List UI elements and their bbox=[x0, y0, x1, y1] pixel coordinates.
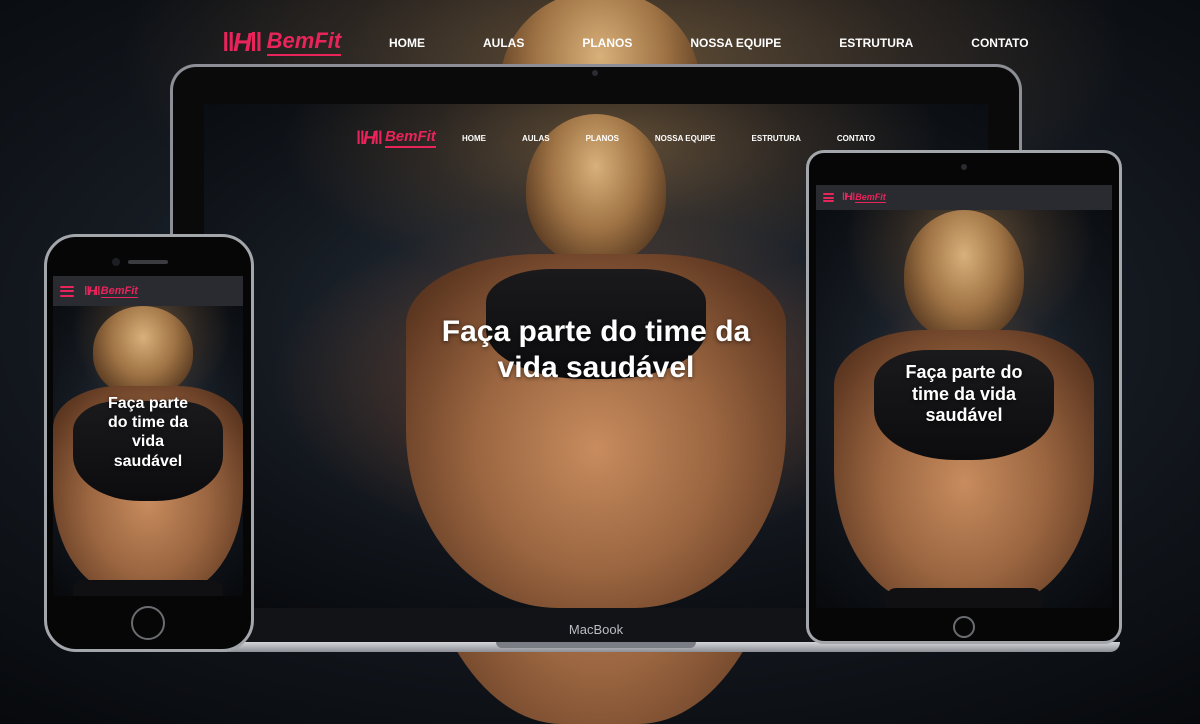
nav-aulas[interactable]: AULAS bbox=[483, 36, 524, 50]
nav-estrutura[interactable]: ESTRUTURA bbox=[839, 36, 913, 50]
brand-name: BemFit bbox=[384, 128, 436, 148]
nav-aulas[interactable]: AULAS bbox=[522, 134, 550, 143]
laptop-brand-logo[interactable]: ‖H‖ BemFit bbox=[356, 126, 436, 150]
barbell-logo-icon: ‖H‖ bbox=[842, 192, 855, 203]
nav-home[interactable]: HOME bbox=[462, 134, 486, 143]
brand-logo[interactable]: ‖H‖ BemFit bbox=[222, 26, 342, 58]
phone-home-button[interactable] bbox=[131, 606, 165, 640]
tablet-camera bbox=[961, 164, 967, 170]
nav-home[interactable]: HOME bbox=[389, 36, 425, 50]
phone-camera bbox=[112, 258, 120, 266]
phone-screen: Faça parte do time da vida saudável bbox=[53, 306, 243, 596]
laptop-camera bbox=[592, 70, 598, 76]
laptop-nav-menu: HOME AULAS PLANOS NOSSA EQUIPE ESTRUTURA… bbox=[462, 134, 875, 143]
nav-menu: HOME AULAS PLANOS NOSSA EQUIPE ESTRUTURA… bbox=[389, 36, 1029, 50]
brand-name: BemFit bbox=[266, 28, 342, 56]
nav-contato[interactable]: CONTATO bbox=[837, 134, 875, 143]
barbell-logo-icon: ‖H‖ bbox=[84, 284, 101, 298]
phone-brand-logo[interactable]: ‖H‖ BemFit bbox=[84, 284, 138, 298]
nav-contato[interactable]: CONTATO bbox=[971, 36, 1028, 50]
barbell-logo-icon: ‖H‖ bbox=[356, 127, 383, 148]
tablet-screen: Faça parte do time da vida saudável bbox=[816, 210, 1112, 608]
tablet-navbar: ‖H‖ BemFit bbox=[816, 185, 1112, 210]
nav-estrutura[interactable]: ESTRUTURA bbox=[752, 134, 801, 143]
hamburger-menu-icon[interactable] bbox=[823, 193, 834, 202]
barbell-logo-icon: ‖H‖ bbox=[222, 26, 263, 57]
nav-nossa-equipe[interactable]: NOSSA EQUIPE bbox=[655, 134, 716, 143]
laptop-hero-title: Faça parte do time da vida saudável bbox=[441, 315, 751, 384]
phone-speaker bbox=[128, 260, 168, 264]
nav-nossa-equipe[interactable]: NOSSA EQUIPE bbox=[690, 36, 781, 50]
brand-name: BemFit bbox=[100, 284, 138, 298]
nav-planos[interactable]: PLANOS bbox=[586, 134, 619, 143]
phone-navbar: ‖H‖ BemFit bbox=[53, 276, 243, 306]
brand-name: BemFit bbox=[855, 192, 886, 203]
phone-hero-title: Faça parte do time da vida saudável bbox=[107, 395, 189, 470]
nav-planos[interactable]: PLANOS bbox=[582, 36, 632, 50]
tablet-brand-logo[interactable]: ‖H‖ BemFit bbox=[842, 192, 886, 203]
hamburger-menu-icon[interactable] bbox=[60, 285, 74, 297]
tablet-hero-title: Faça parte do time da vida saudável bbox=[905, 362, 1023, 426]
laptop-notch bbox=[496, 642, 696, 648]
tablet-home-button[interactable] bbox=[953, 616, 975, 638]
